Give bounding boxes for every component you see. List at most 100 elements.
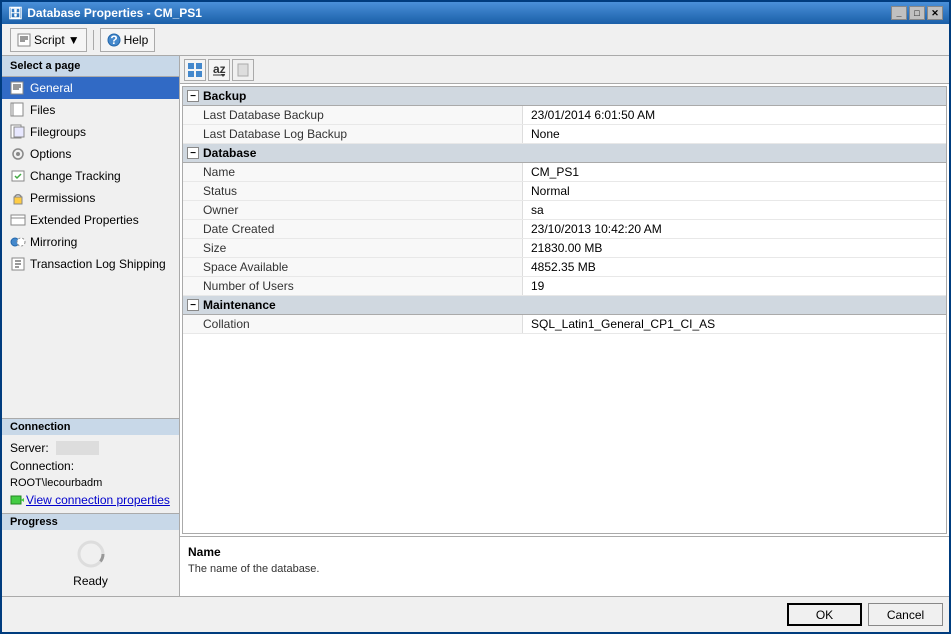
backup-toggle[interactable]: − (187, 90, 199, 102)
maintenance-title: Maintenance (203, 298, 276, 312)
files-icon (10, 102, 26, 118)
page-icon (236, 63, 250, 77)
name-row: Name CM_PS1 (183, 163, 946, 182)
progress-status: Ready (73, 574, 108, 588)
help-button[interactable]: ? Help (100, 28, 156, 52)
script-label: Script (34, 33, 65, 47)
progress-header: Progress (2, 514, 179, 530)
connection-link-icon (10, 493, 24, 507)
main-toolbar: Script ▼ ? Help (2, 24, 949, 56)
change-tracking-icon (10, 168, 26, 184)
owner-row: Owner sa (183, 201, 946, 220)
connection-label: Connection: (10, 459, 74, 473)
space-available-value: 4852.35 MB (523, 258, 946, 276)
connection-value: ROOT\lecourbadm (6, 475, 175, 491)
sidebar-item-mirroring[interactable]: Mirroring (2, 231, 179, 253)
database-title: Database (203, 146, 256, 160)
sidebar-item-filegroups[interactable]: Filegroups (2, 121, 179, 143)
size-label: Size (183, 239, 523, 257)
permissions-icon (10, 190, 26, 206)
maintenance-toggle[interactable]: − (187, 299, 199, 311)
script-dropdown-icon: ▼ (68, 33, 80, 47)
sidebar-item-general[interactable]: General (2, 77, 179, 99)
sidebar-item-transaction-log[interactable]: Transaction Log Shipping (2, 253, 179, 275)
transaction-log-icon (10, 256, 26, 272)
progress-content: Ready (2, 530, 179, 596)
filegroups-label: Filegroups (30, 125, 86, 139)
content-area: Select a page General Files (2, 56, 949, 596)
size-row: Size 21830.00 MB (183, 239, 946, 258)
toolbar-sep (93, 30, 94, 50)
description-title: Name (188, 545, 941, 559)
window-title: Database Properties - CM_PS1 (27, 6, 202, 20)
space-available-label: Space Available (183, 258, 523, 276)
date-created-row: Date Created 23/10/2013 10:42:20 AM (183, 220, 946, 239)
view-connection-label: View connection properties (26, 493, 170, 507)
alphabetical-view-button[interactable]: az (208, 59, 230, 81)
filegroups-icon (10, 124, 26, 140)
num-users-value: 19 (523, 277, 946, 295)
name-label: Name (183, 163, 523, 181)
progress-spinner-container (75, 538, 107, 570)
help-icon: ? (107, 33, 121, 47)
status-value: Normal (523, 182, 946, 200)
general-icon (10, 80, 26, 96)
last-log-backup-row: Last Database Log Backup None (183, 125, 946, 144)
size-value: 21830.00 MB (523, 239, 946, 257)
owner-value: sa (523, 201, 946, 219)
categorized-view-button[interactable] (184, 59, 206, 81)
title-bar-controls: _ □ ✕ (891, 6, 943, 20)
last-log-backup-value: None (523, 125, 946, 143)
extended-properties-icon (10, 212, 26, 228)
property-toolbar: az (180, 56, 949, 84)
date-created-label: Date Created (183, 220, 523, 238)
ok-button[interactable]: OK (787, 603, 862, 626)
status-row: Status Normal (183, 182, 946, 201)
owner-label: Owner (183, 201, 523, 219)
transaction-log-label: Transaction Log Shipping (30, 257, 166, 271)
extended-properties-label: Extended Properties (30, 213, 139, 227)
last-db-backup-row: Last Database Backup 23/01/2014 6:01:50 … (183, 106, 946, 125)
close-button[interactable]: ✕ (927, 6, 943, 20)
description-panel: Name The name of the database. (180, 536, 949, 596)
view-connection-link[interactable]: View connection properties (10, 493, 171, 507)
title-bar: 🗄 Database Properties - CM_PS1 _ □ ✕ (2, 2, 949, 24)
num-users-label: Number of Users (183, 277, 523, 295)
maintenance-section-header: − Maintenance (183, 296, 946, 315)
restore-button[interactable]: □ (909, 6, 925, 20)
help-label: Help (124, 33, 149, 47)
page-button[interactable] (232, 59, 254, 81)
description-text: The name of the database. (188, 563, 941, 575)
mirroring-icon (10, 234, 26, 250)
database-toggle[interactable]: − (187, 147, 199, 159)
script-button[interactable]: Script ▼ (10, 28, 87, 52)
cancel-button[interactable]: Cancel (868, 603, 943, 626)
sidebar-item-change-tracking[interactable]: Change Tracking (2, 165, 179, 187)
sidebar-item-permissions[interactable]: Permissions (2, 187, 179, 209)
sidebar-header: Select a page (2, 56, 179, 77)
properties-grid: − Backup Last Database Backup 23/01/2014… (182, 86, 947, 534)
connection-header: Connection (2, 419, 179, 435)
connection-link: View connection properties (6, 491, 175, 509)
sidebar-item-extended-properties[interactable]: Extended Properties (2, 209, 179, 231)
svg-text:?: ? (110, 33, 117, 47)
permissions-label: Permissions (30, 191, 95, 205)
options-label: Options (30, 147, 71, 161)
backup-section-header: − Backup (183, 87, 946, 106)
title-bar-left: 🗄 Database Properties - CM_PS1 (8, 6, 202, 20)
progress-spinner-icon (75, 538, 107, 570)
server-label: Server: (10, 441, 49, 455)
last-log-backup-label: Last Database Log Backup (183, 125, 523, 143)
sidebar-item-options[interactable]: Options (2, 143, 179, 165)
options-icon (10, 146, 26, 162)
database-section-header: − Database (183, 144, 946, 163)
alpha-icon: az (212, 63, 226, 77)
collation-row: Collation SQL_Latin1_General_CP1_CI_AS (183, 315, 946, 334)
categorized-icon (188, 63, 202, 77)
minimize-button[interactable]: _ (891, 6, 907, 20)
connection-section: Connection Server: Connection: ROOT\leco… (2, 418, 179, 513)
sidebar-items: General Files Filegroups (2, 77, 179, 418)
name-value: CM_PS1 (523, 163, 946, 181)
sidebar-item-files[interactable]: Files (2, 99, 179, 121)
connection-user: Connection: (6, 457, 175, 475)
